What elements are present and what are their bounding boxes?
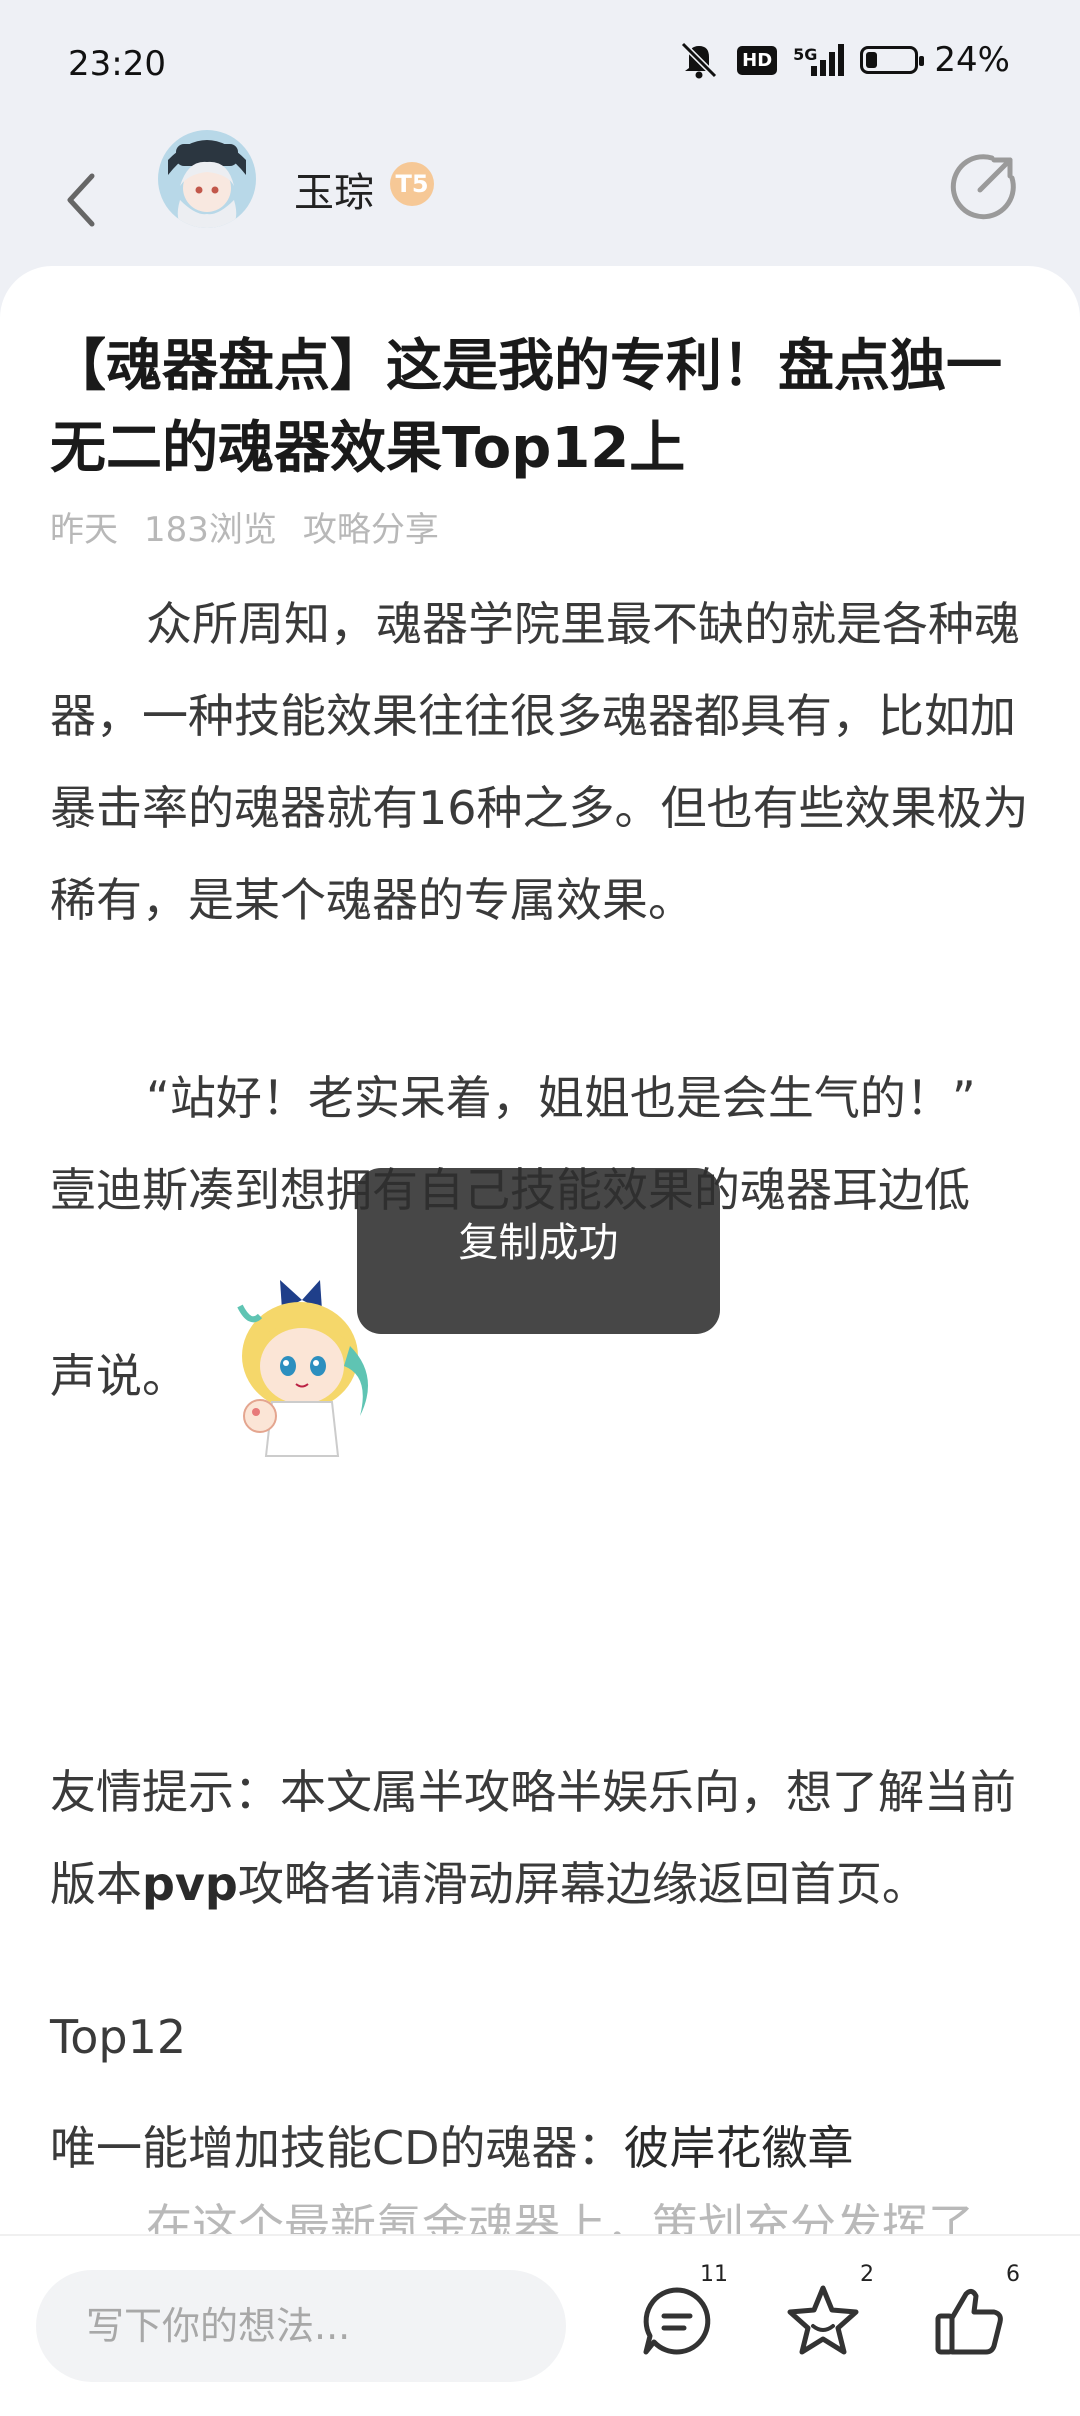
copy-success-toast: 复制成功 bbox=[357, 1168, 720, 1334]
tip-text-part2: 攻略者请滑动屏幕边缘返回首页。 bbox=[237, 1857, 928, 1911]
status-time: 23:20 bbox=[68, 44, 166, 84]
favorite-button[interactable]: 2 bbox=[778, 2262, 874, 2366]
view-count: 183浏览 bbox=[144, 510, 277, 550]
bottom-action-bar: 11 2 6 bbox=[0, 2234, 1080, 2416]
chevron-left-icon bbox=[67, 173, 95, 227]
hd-badge: HD bbox=[737, 45, 778, 75]
share-button[interactable] bbox=[948, 150, 1020, 222]
post-category[interactable]: 攻略分享 bbox=[303, 502, 439, 551]
comment-input[interactable] bbox=[36, 2270, 566, 2382]
star-icon bbox=[787, 2285, 859, 2355]
like-count: 6 bbox=[1006, 2262, 1020, 2287]
item-prefix: 唯一能增加技能CD的魂器： bbox=[50, 2121, 624, 2175]
post-date: 昨天 bbox=[50, 510, 118, 550]
comment-icon bbox=[643, 2287, 711, 2355]
comment-button[interactable]: 11 bbox=[632, 2262, 728, 2366]
post-header: 玉琮 T5 bbox=[0, 130, 1080, 270]
battery-percent: 24% bbox=[934, 40, 1010, 80]
favorite-count: 2 bbox=[860, 2262, 874, 2287]
author-avatar[interactable] bbox=[158, 130, 256, 228]
share-icon bbox=[950, 154, 1016, 220]
paragraph-intro: 众所周知，魂器学院里最不缺的就是各种魂器，一种技能效果往往很多魂器都具有，比如加… bbox=[50, 597, 1029, 927]
battery-icon bbox=[860, 46, 925, 74]
signal-icon: 5G bbox=[793, 44, 845, 76]
quote-line-1: “站好！老实呆着，姐姐也是会生气的！” bbox=[146, 1071, 976, 1125]
level-badge: T5 bbox=[390, 162, 434, 206]
network-type: 5G bbox=[793, 45, 818, 64]
article-title: 【魂器盘点】这是我的专利！盘点独一无二的魂器效果Top12上 bbox=[50, 334, 1002, 481]
paragraph-tip: 友情提示：本文属半攻略半娱乐向，想了解当前版本pvp攻略者请滑动屏幕边缘返回首页… bbox=[50, 1746, 1030, 1930]
faded-continuation-line: 在这个最新氪金魂器上，策划充分发挥了 bbox=[146, 2199, 974, 2236]
item-name: 彼岸花徽章 bbox=[623, 2121, 854, 2175]
top12-item: 唯一能增加技能CD的魂器：彼岸花徽章 bbox=[50, 2112, 854, 2178]
comment-count: 11 bbox=[700, 2262, 728, 2287]
back-button[interactable] bbox=[52, 150, 112, 250]
battery-fill bbox=[866, 52, 878, 68]
article-meta: 昨天 183浏览 攻略分享 bbox=[50, 502, 439, 551]
status-icons: HD 5G 24% bbox=[677, 40, 1010, 80]
like-button[interactable]: 6 bbox=[924, 2262, 1020, 2366]
mute-bell-icon bbox=[681, 41, 718, 79]
author-name[interactable]: 玉琮 bbox=[294, 160, 374, 218]
thumbs-up-icon bbox=[935, 2288, 1003, 2355]
status-bar: 23:20 HD 5G 24% bbox=[0, 0, 1080, 130]
quote-line-3: 声说。 bbox=[50, 1349, 188, 1403]
toast-message: 复制成功 bbox=[458, 1220, 619, 1266]
section-title: Top12 bbox=[50, 2010, 187, 2064]
tip-text-bold: pvp bbox=[142, 1857, 238, 1911]
